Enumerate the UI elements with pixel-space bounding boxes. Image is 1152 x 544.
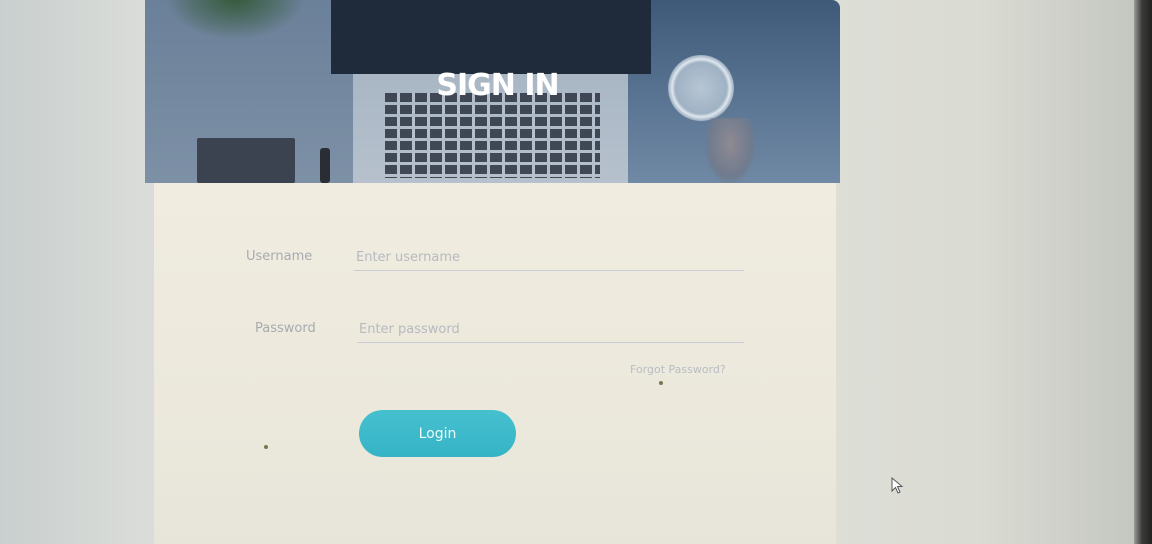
hero-notebook-image [197,138,295,183]
username-input[interactable] [354,239,744,271]
hero-banner: SIGN IN [145,0,840,183]
screen-speck [659,381,663,385]
login-card: SIGN IN Username Password Forgot Passwor… [145,0,840,544]
login-button[interactable]: Login [359,410,516,457]
page-title: SIGN IN [436,68,559,103]
hero-hand-image [705,118,755,183]
hero-pen-image [320,148,330,183]
screen-speck [264,445,268,449]
username-row: Username [154,233,836,277]
password-label: Password [255,321,316,336]
username-label: Username [246,249,313,264]
hero-plant-image [165,0,305,40]
password-input[interactable] [357,311,744,343]
hero-laptop-screen-image [331,0,651,74]
forgot-password-link[interactable]: Forgot Password? [630,363,726,376]
monitor-bezel [1134,0,1152,544]
mouse-cursor-icon [891,477,904,494]
login-form: Username Password Forgot Password? Login [154,183,836,544]
password-row: Password [154,305,836,349]
hero-keyboard-image [385,93,600,178]
